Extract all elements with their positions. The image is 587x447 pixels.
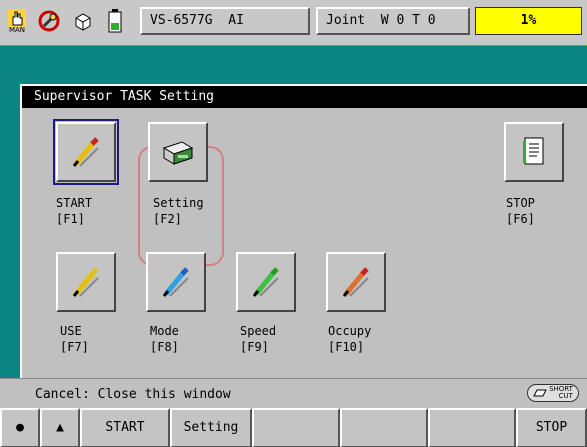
speed-percent-indicator[interactable]: 1% [475, 7, 582, 35]
shortcut-label-bottom: CUT [558, 392, 573, 400]
cancel-hint: Cancel: Close this window [35, 387, 231, 402]
occupy-button[interactable] [326, 252, 386, 312]
pencil-icon [72, 267, 99, 297]
device-icon [162, 141, 194, 165]
document-icon [523, 137, 544, 165]
shortcut-button[interactable]: SHORT CUT [527, 384, 579, 402]
use-button[interactable] [56, 252, 116, 312]
fkey-empty-7[interactable] [428, 408, 516, 447]
pencil-icon [162, 267, 189, 297]
dialog-title: Supervisor TASK Setting [22, 86, 587, 108]
mode-label: MAN [8, 25, 26, 34]
fkey-start[interactable]: START [80, 408, 170, 447]
coord-mode-field[interactable]: Joint W 0 T 0 [316, 7, 470, 35]
occupy-label: Occupy [328, 324, 372, 338]
fkey-empty-6[interactable] [340, 408, 428, 447]
mode-key: [F8] [150, 340, 179, 354]
start-key: [F1] [56, 212, 85, 226]
start-button[interactable] [53, 119, 119, 185]
battery-icon[interactable] [102, 4, 128, 38]
shortcut-icon [533, 389, 547, 397]
setting-label: Setting [153, 196, 204, 210]
stop-label: STOP [506, 196, 535, 210]
robot-model-field[interactable]: VS-6577G AI [140, 7, 310, 35]
setting-button[interactable] [148, 122, 208, 182]
use-label: USE [60, 324, 82, 338]
setting-key: [F2] [153, 212, 182, 226]
key-icon[interactable] [36, 4, 62, 38]
mode-button[interactable] [146, 252, 206, 312]
supervisor-task-dialog: Supervisor TASK Setting START [F1] Setti… [20, 84, 587, 378]
occupy-key: [F10] [328, 340, 365, 354]
pencil-icon [342, 267, 369, 297]
fkey-empty-5[interactable] [252, 408, 340, 447]
mode-label: Mode [150, 324, 179, 338]
speed-key: [F9] [240, 340, 269, 354]
package-icon[interactable] [70, 4, 96, 38]
fkey-1-circle[interactable]: ● [0, 408, 40, 447]
status-bar: MAN VS-6577G AI Joint W 0 T 0 1% [0, 0, 587, 46]
message-bar: Cancel: Close this window SHORT CUT [0, 378, 587, 408]
use-key: [F7] [60, 340, 89, 354]
speed-button[interactable] [236, 252, 296, 312]
fkey-stop[interactable]: STOP [516, 408, 587, 447]
start-label: START [56, 196, 93, 210]
fkey-setting[interactable]: Setting [170, 408, 252, 447]
stop-key: [F6] [506, 212, 535, 226]
hand-icon[interactable]: MAN [4, 4, 30, 38]
stop-button[interactable] [504, 122, 564, 182]
speed-label: Speed [240, 324, 277, 338]
function-key-bar: ● ▲ START Setting STOP [0, 408, 587, 447]
work-area: Supervisor TASK Setting START [F1] Setti… [0, 46, 587, 378]
pencil-icon [72, 137, 99, 167]
pencil-icon [252, 267, 279, 297]
fkey-2-up[interactable]: ▲ [40, 408, 80, 447]
